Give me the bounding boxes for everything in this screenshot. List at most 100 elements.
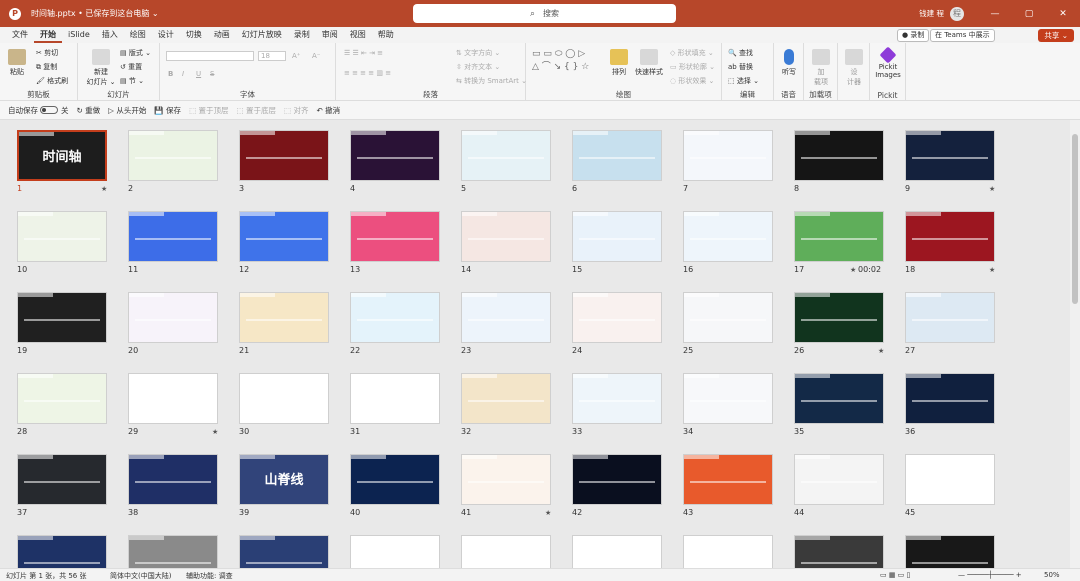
- font-size-dropdown[interactable]: 18: [258, 51, 286, 61]
- slide-thumbnail[interactable]: [683, 535, 773, 568]
- addins-button[interactable]: 加 载项: [809, 49, 833, 87]
- bring-to-front-button[interactable]: ⬚ 置于顶层: [189, 105, 228, 116]
- scrollbar-thumb[interactable]: [1072, 134, 1078, 304]
- slide-thumbnail[interactable]: [17, 454, 107, 505]
- slide-thumbnail[interactable]: [128, 211, 218, 262]
- slide-thumbnail[interactable]: [572, 292, 662, 343]
- tab-islide[interactable]: iSlide: [62, 27, 96, 43]
- slide-thumbnail[interactable]: [905, 454, 995, 505]
- bullets-icon[interactable]: ☰ ☰ ⇤ ⇥ ≡: [344, 49, 383, 57]
- find-button[interactable]: 🔍 查找: [728, 48, 753, 58]
- quick-styles-button[interactable]: 快速样式: [634, 49, 664, 77]
- slide-thumbnail[interactable]: [905, 292, 995, 343]
- designer-button[interactable]: 设 计器: [842, 49, 866, 87]
- language-indicator[interactable]: 简体中文(中国大陆): [110, 571, 171, 581]
- slide-thumbnail[interactable]: 时间轴: [17, 130, 107, 181]
- tab-transitions[interactable]: 切换: [180, 27, 208, 43]
- section-button[interactable]: ▤ 节 ⌄: [120, 76, 144, 86]
- select-button[interactable]: ⬚ 选择 ⌄: [728, 76, 759, 86]
- avatar[interactable]: 程: [950, 6, 964, 21]
- autosave-toggle[interactable]: [40, 106, 58, 114]
- tab-slideshow[interactable]: 幻灯片放映: [236, 27, 288, 43]
- slide-thumbnail[interactable]: [461, 535, 551, 568]
- slide-thumbnail[interactable]: [128, 535, 218, 568]
- slide-thumbnail[interactable]: [239, 535, 329, 568]
- grow-font-button[interactable]: A⁺: [292, 52, 300, 60]
- slide-thumbnail[interactable]: [239, 292, 329, 343]
- slide-thumbnail[interactable]: [794, 292, 884, 343]
- from-beginning-button[interactable]: ▷ 从头开始: [108, 105, 146, 116]
- slide-thumbnail[interactable]: [128, 454, 218, 505]
- undo-button[interactable]: ↶ 撤消: [317, 105, 341, 116]
- slide-thumbnail[interactable]: [17, 211, 107, 262]
- slide-thumbnail[interactable]: [128, 292, 218, 343]
- close-button[interactable]: ✕: [1046, 9, 1080, 19]
- slide-thumbnail[interactable]: [683, 211, 773, 262]
- slide-thumbnail[interactable]: [905, 211, 995, 262]
- zoom-level[interactable]: 50%: [1044, 571, 1060, 579]
- slide-thumbnail[interactable]: [461, 454, 551, 505]
- italic-button[interactable]: I: [182, 70, 184, 78]
- slide-thumbnail[interactable]: [17, 373, 107, 424]
- file-name[interactable]: 时间轴.pptx • 已保存到这台电脑 ⌄: [31, 8, 159, 19]
- pickit-images-button[interactable]: Pickit Images: [872, 46, 904, 79]
- slide-thumbnail[interactable]: [17, 535, 107, 568]
- slide-thumbnail[interactable]: [905, 535, 995, 568]
- view-buttons[interactable]: ▭ ▦ ▭ ▯: [880, 571, 910, 579]
- shapes-gallery[interactable]: ▭ ▭ ⬭ ◯ ▷ △ ⌒ ↘ { } ☆: [532, 49, 589, 72]
- slide-thumbnail[interactable]: [572, 373, 662, 424]
- underline-button[interactable]: U: [196, 70, 201, 78]
- slide-thumbnail[interactable]: [794, 535, 884, 568]
- slide-thumbnail[interactable]: [572, 211, 662, 262]
- bold-button[interactable]: B: [168, 70, 173, 78]
- search-box[interactable]: ⌕ 搜索: [413, 4, 676, 23]
- tab-insert[interactable]: 插入: [96, 27, 124, 43]
- align-button[interactable]: ⬚ 对齐: [284, 105, 308, 116]
- animation-star-icon[interactable]: ★: [101, 185, 107, 193]
- share-button[interactable]: 共享 ⌄: [1038, 29, 1074, 42]
- animation-star-icon[interactable]: ★: [850, 266, 856, 274]
- tab-home[interactable]: 开始: [34, 27, 62, 43]
- format-painter-button[interactable]: 🖌 格式刷: [36, 76, 68, 86]
- tab-view[interactable]: 视图: [344, 27, 372, 43]
- shape-outline-button[interactable]: ▭ 形状轮廓 ⌄: [670, 62, 715, 72]
- slide-thumbnail[interactable]: [683, 130, 773, 181]
- animation-star-icon[interactable]: ★: [989, 266, 995, 274]
- paste-button[interactable]: 粘贴: [6, 49, 28, 77]
- text-direction-button[interactable]: ⇅ 文字方向 ⌄: [456, 48, 500, 58]
- slide-thumbnail[interactable]: [350, 211, 440, 262]
- shape-fill-button[interactable]: ◇ 形状填充 ⌄: [670, 48, 714, 58]
- slide-thumbnail[interactable]: [461, 373, 551, 424]
- slide-thumbnail[interactable]: [461, 292, 551, 343]
- tab-help[interactable]: 帮助: [372, 27, 400, 43]
- tab-review[interactable]: 审阅: [316, 27, 344, 43]
- animation-star-icon[interactable]: ★: [212, 428, 218, 436]
- slide-thumbnail[interactable]: [794, 130, 884, 181]
- convert-smartart-button[interactable]: ⇆ 转换为 SmartArt ⌄: [456, 76, 527, 86]
- slide-thumbnail[interactable]: [794, 211, 884, 262]
- reset-button[interactable]: ↺ 重置: [120, 62, 142, 72]
- slide-thumbnail[interactable]: [905, 373, 995, 424]
- replace-button[interactable]: ab 替换: [728, 62, 753, 72]
- zoom-slider[interactable]: — ─────┼───── +: [958, 571, 1022, 579]
- send-to-back-button[interactable]: ⬚ 置于底层: [237, 105, 276, 116]
- save-button[interactable]: 💾 保存: [154, 105, 181, 116]
- copy-button[interactable]: ⧉ 复制: [36, 62, 57, 72]
- strikethrough-button[interactable]: S: [210, 70, 214, 78]
- tab-draw[interactable]: 绘图: [124, 27, 152, 43]
- align-icons[interactable]: ≡ ≡ ≡ ≡ ▥ ≡: [344, 69, 391, 77]
- slide-thumbnail[interactable]: [683, 373, 773, 424]
- minimize-button[interactable]: —: [978, 9, 1012, 19]
- vertical-scrollbar[interactable]: [1070, 120, 1080, 568]
- animation-star-icon[interactable]: ★: [545, 509, 551, 517]
- layout-button[interactable]: ▤ 版式 ⌄: [120, 48, 151, 58]
- slide-thumbnail[interactable]: [239, 130, 329, 181]
- present-in-teams-button[interactable]: 在 Teams 中展示: [930, 29, 995, 42]
- cut-button[interactable]: ✂ 剪切: [36, 48, 58, 58]
- slide-thumbnail[interactable]: [572, 130, 662, 181]
- slide-thumbnail[interactable]: 山脊线: [239, 454, 329, 505]
- slide-thumbnail[interactable]: [350, 373, 440, 424]
- slide-thumbnail[interactable]: [17, 292, 107, 343]
- slide-thumbnail[interactable]: [794, 373, 884, 424]
- slide-thumbnail[interactable]: [461, 130, 551, 181]
